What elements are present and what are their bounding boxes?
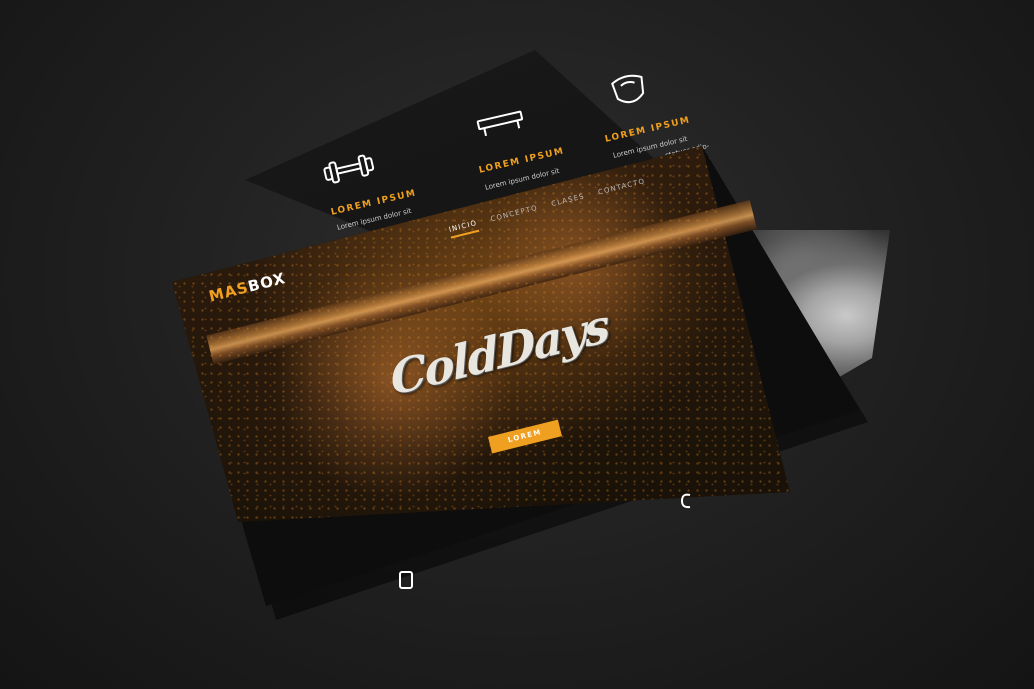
- mockup-stage: LOREM IPSUM Lorem ipsum dolor sit LOREM …: [0, 0, 1034, 689]
- kettlebell-icon: [678, 492, 694, 514]
- kettlebell-icon: [603, 69, 657, 118]
- mobile-icon: [398, 570, 414, 594]
